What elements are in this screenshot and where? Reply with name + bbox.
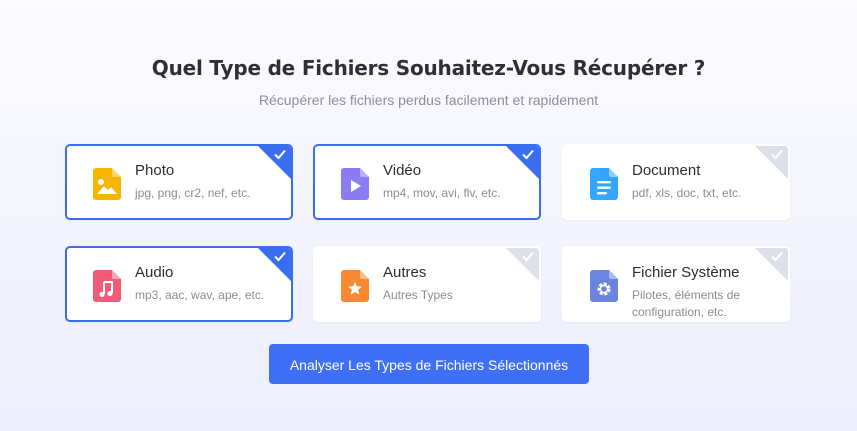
checkmark-icon [771, 149, 783, 160]
file-type-extensions: mp3, aac, wav, ape, etc. [135, 288, 265, 302]
page-subtitle: Récupérer les fichiers perdus facilement… [258, 92, 599, 108]
file-type-extensions: pdf, xls, doc, txt, etc. [632, 186, 742, 200]
file-type-extensions: Autres Types [383, 288, 453, 302]
audio-file-icon [93, 270, 121, 302]
scan-selected-types-button[interactable]: Analyser Les Types de Fichiers Sélection… [269, 344, 589, 384]
file-type-card-audio[interactable]: Audio mp3, aac, wav, ape, etc. [65, 246, 293, 322]
checkmark-icon [771, 251, 783, 262]
file-type-name: Fichier Système [632, 264, 740, 281]
file-type-name: Photo [135, 162, 175, 179]
file-type-name: Audio [135, 264, 174, 281]
image-file-icon [93, 168, 121, 200]
checkmark-icon [274, 149, 286, 160]
file-type-name: Vidéo [383, 162, 422, 179]
file-type-extensions: Pilotes, éléments de configuration, etc. [632, 288, 741, 319]
document-file-icon [590, 168, 618, 200]
file-type-name: Autres [383, 264, 427, 281]
system-file-icon [590, 270, 618, 302]
checkmark-icon [274, 251, 286, 262]
file-type-extensions: jpg, png, cr2, nef, etc. [135, 186, 251, 200]
page-title: Quel Type de Fichiers Souhaitez-Vous Réc… [151, 56, 706, 80]
checkmark-icon [522, 149, 534, 160]
file-type-card-other[interactable]: Autres Autres Types [313, 246, 541, 322]
file-type-card-video[interactable]: Vidéo mp4, mov, avi, flv, etc. [313, 144, 541, 220]
file-type-extensions: mp4, mov, avi, flv, etc. [383, 186, 501, 200]
other-file-icon [341, 270, 369, 302]
file-type-card-document[interactable]: Document pdf, xls, doc, txt, etc. [562, 144, 790, 220]
checkmark-icon [522, 251, 534, 262]
video-file-icon [341, 168, 369, 200]
file-type-name: Document [632, 162, 701, 179]
file-type-card-system[interactable]: Fichier Système Pilotes, éléments de con… [562, 246, 790, 322]
file-type-card-photo[interactable]: Photo jpg, png, cr2, nef, etc. [65, 144, 293, 220]
